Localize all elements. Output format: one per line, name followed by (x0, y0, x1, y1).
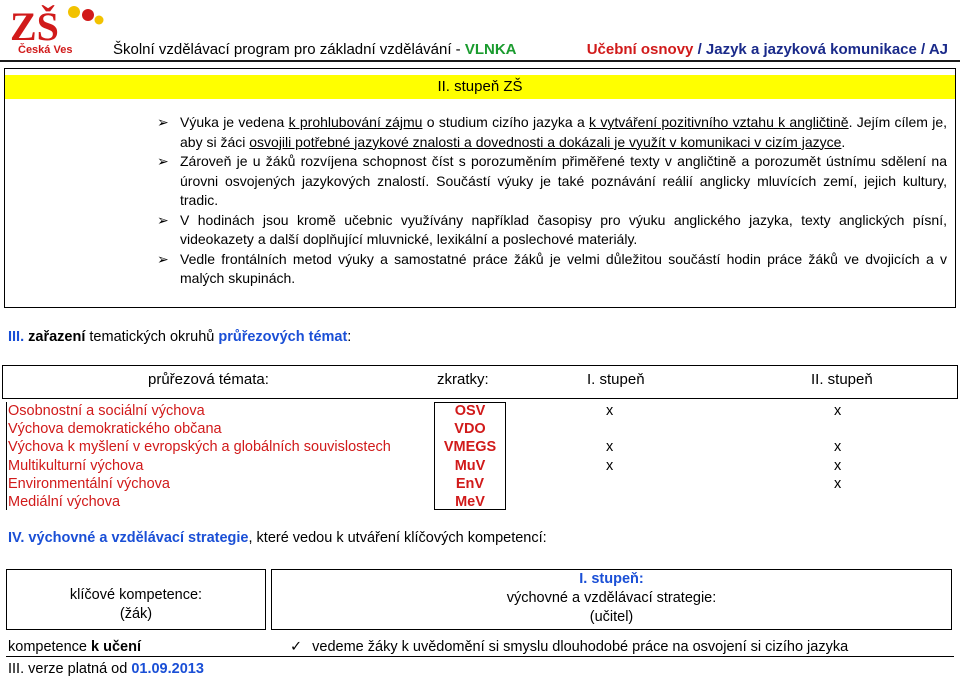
strategy-title: výchovné a vzdělávací strategie: (506, 590, 717, 606)
stage-label: II. stupeň ZŠ (437, 78, 523, 95)
section-3-blue: průřezových témat (218, 329, 348, 345)
version-date: 01.09.2013 (131, 661, 204, 677)
arrow-bullet-icon: ➢ (157, 114, 169, 130)
theme-name: Mediální výchova (8, 493, 121, 510)
subject-rest: / Jazyk a jazyková komunikace / AJ (693, 41, 948, 58)
theme-abbr: VMEGS (443, 439, 497, 456)
strategy-subtitle: (učitel) (589, 609, 634, 625)
competence-header: klíčové kompetence: (žák) (6, 569, 266, 630)
arrow-bullet-icon: ➢ (157, 153, 169, 169)
theme-name: Environmentální výchova (8, 475, 170, 492)
theme-stage-2: x (834, 475, 842, 492)
bullet-2-text: Zároveň je u žáků rozvíjena schopnost čí… (180, 153, 947, 208)
section-4-number: IV. (8, 530, 25, 546)
bullet-4: ➢ Vedle frontálních metod výuky a samost… (5, 250, 955, 289)
header-divider (0, 60, 960, 62)
arrow-bullet-icon: ➢ (157, 250, 169, 267)
section-3-end: : (347, 329, 352, 345)
stage-banner: II. stupeň ZŠ (5, 75, 955, 99)
section-3-number: III. (8, 329, 25, 345)
theme-name: Výchova k myšlení v evropských a globáln… (8, 439, 391, 456)
strategy-text: vedeme žáky k uvědomění si smyslu dlouho… (312, 639, 849, 655)
bullet-1-text-d: k vytváření pozitivního vztahu k angličt… (589, 114, 849, 130)
theme-stage-1: x (606, 457, 614, 474)
section-4-heading: IV. výchovné a vzdělávací strategie, kte… (8, 530, 547, 546)
theme-stage-2: x (834, 457, 842, 474)
bullet-2: ➢ Zároveň je u žáků rozvíjena schopnost … (5, 152, 955, 211)
bullet-1-text-e: . (848, 114, 857, 130)
col-stage-1: I. stupeň (587, 371, 645, 388)
col-stage-2: II. stupeň (811, 371, 873, 388)
table-row: Environmentální výchova EnV x (6, 475, 956, 493)
bullet-4-text: Vedle frontálních metod výuky a samostat… (180, 250, 947, 287)
theme-name: Osobnostní a sociální výchova (8, 403, 205, 419)
logo-caption: Česká Ves (18, 43, 72, 56)
table-row: Osobnostní a sociální výchova OSV x x (6, 402, 956, 420)
themes-table-body: Osobnostní a sociální výchova OSV x x Výcho… (6, 402, 956, 511)
theme-stage-1: x (606, 439, 614, 456)
theme-name: Multikulturní výchova (8, 457, 144, 474)
theme-stage-2: x (834, 439, 842, 456)
school-logo: ZŠ Česká Ves (10, 4, 104, 56)
subject-path: Učební osnovy / Jazyk a jazyková komunik… (587, 41, 948, 58)
stage-box: II. stupeň ZŠ ➢ Výuka je vedena k prohlu… (4, 68, 956, 308)
section-4-rest: , které vedou k utváření klíčových kompe… (248, 530, 547, 546)
bullet-1-text-c: o studium cizího jazyka a (422, 114, 590, 130)
col-abbr: zkratky: (437, 371, 489, 388)
section-3-mid: tematických okruhů (85, 329, 219, 345)
theme-stage-2: x (834, 403, 842, 419)
strategy-header: I. stupeň: výchovné a vzdělávací strateg… (271, 569, 952, 630)
competence-name: k učení (91, 639, 141, 655)
bullet-1-text-a: Výuka je vedena (180, 114, 289, 130)
competence-prefix: kompetence (8, 639, 92, 655)
bullet-3-text: V hodinách jsou kromě učebnic využívány … (180, 211, 947, 248)
table-row: Výchova demokratického občana VDO (6, 420, 956, 438)
section-4-blue: výchovné a vzdělávací strategie (24, 530, 249, 546)
version-prefix: III. verze platná od (8, 661, 132, 677)
bullet-1-text-h: osvojili potřebné jazykové znalosti a do… (249, 133, 842, 150)
section-3-heading: III. zařazení tematických okruhů průřezo… (8, 329, 351, 345)
bullet-1-text-b: k prohlubování zájmu (288, 114, 423, 130)
bullet-1: ➢ Výuka je vedena k prohlubování zájmu o… (5, 113, 955, 152)
theme-abbr: EnV (455, 475, 485, 492)
arrow-bullet-icon: ➢ (157, 211, 169, 228)
competence-cell: kompetence k učení (8, 639, 141, 655)
subject-osnovy: Učební osnovy (586, 41, 694, 58)
themes-table-header: průřezová témata: zkratky: I. stupeň II.… (2, 365, 958, 399)
table-row: Multikulturní výchova MuV x x (6, 457, 956, 475)
bullet-1-text-i: . (841, 133, 846, 150)
version-footer: III. verze platná od 01.09.2013 (8, 661, 204, 677)
strategy-cell: ✓ vedeme žáky k uvědomění si smyslu dlouh… (290, 639, 848, 655)
program-title-prefix: Školní vzdělávací program pro základní v… (113, 41, 465, 58)
section-3-bold: zařazení (24, 329, 86, 345)
table-row: Mediální výchova MeV (6, 493, 956, 511)
theme-abbr: MeV (455, 493, 485, 510)
theme-stage-1: x (606, 403, 614, 419)
col-themes: průřezová témata: (148, 371, 269, 388)
bullet-list: ➢ Výuka je vedena k prohlubování zájmu o… (5, 113, 955, 289)
bullet-3: ➢ V hodinách jsou kromě učebnic využíván… (5, 211, 955, 250)
table-row: Výchova k myšlení v evropských a globáln… (6, 438, 956, 456)
program-title: Školní vzdělávací program pro základní v… (113, 41, 517, 58)
strategy-stage: I. stupeň: (579, 571, 644, 587)
competence-title: klíčové kompetence: (69, 587, 203, 603)
theme-abbr: OSV (454, 403, 486, 419)
theme-name: Výchova demokratického občana (8, 421, 222, 438)
program-brand: VLNKA (464, 41, 517, 58)
theme-abbr: MuV (454, 457, 486, 474)
competence-subtitle: (žák) (119, 606, 153, 622)
logo-letters: ZŠ (10, 4, 59, 49)
checkmark-icon: ✓ (290, 639, 303, 655)
theme-abbr: VDO (454, 421, 486, 438)
table-divider (6, 656, 954, 657)
